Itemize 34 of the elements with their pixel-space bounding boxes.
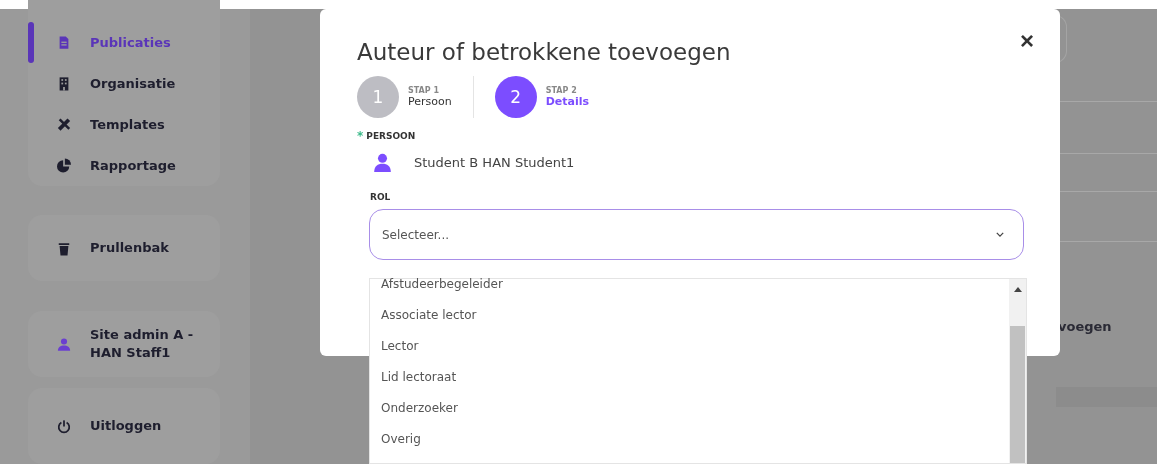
chevron-down-icon xyxy=(996,232,1004,237)
step-label: Details xyxy=(545,95,590,108)
scrollbar[interactable] xyxy=(1009,279,1026,463)
sidebar-item[interactable]: Uitloggen xyxy=(28,405,220,447)
step-label: Persoon xyxy=(408,95,452,108)
user-icon xyxy=(57,336,71,352)
chart-icon xyxy=(57,158,71,173)
sidebar-item[interactable]: Site admin A - HAN Staff1 xyxy=(28,323,220,365)
step-number: 2 xyxy=(494,76,537,118)
close-button[interactable]: × xyxy=(1020,29,1034,53)
sidebar-item[interactable]: Organisatie xyxy=(28,63,220,104)
field-label: ROL xyxy=(370,192,392,202)
dropdown-option[interactable]: Lector xyxy=(370,331,1009,362)
role-select[interactable]: Selecteer... xyxy=(369,209,1024,260)
required-mark: * xyxy=(357,129,364,143)
dropdown-option[interactable]: Onderzoeker xyxy=(370,393,1009,424)
dialog-title: Auteur of betrokkene toevoegen xyxy=(357,39,731,65)
sidebar-item[interactable]: Rapportage xyxy=(28,145,220,186)
dropdown-option[interactable]: Overig xyxy=(370,424,1009,455)
field-label: PERSOON xyxy=(366,131,416,141)
sidebar-item[interactable]: Prullenbak xyxy=(28,227,220,269)
scroll-up-icon[interactable] xyxy=(1013,287,1022,292)
building-icon xyxy=(57,76,71,91)
person-name: Student B HAN Student1 xyxy=(414,155,575,170)
dropdown-option[interactable]: Lid lectoraat xyxy=(370,362,1009,393)
sidebar-item[interactable]: Templates xyxy=(28,104,220,145)
power-icon xyxy=(57,418,71,434)
step-caption: STAP 1 xyxy=(408,86,440,95)
step-caption: STAP 2 xyxy=(545,86,578,95)
dropdown-option[interactable]: Afstudeerbegeleider xyxy=(370,269,1009,300)
trash-icon xyxy=(57,240,71,256)
document-icon xyxy=(57,35,71,50)
dropdown-option[interactable]: Associate lector xyxy=(370,300,1009,331)
step-number: 1 xyxy=(357,76,399,118)
